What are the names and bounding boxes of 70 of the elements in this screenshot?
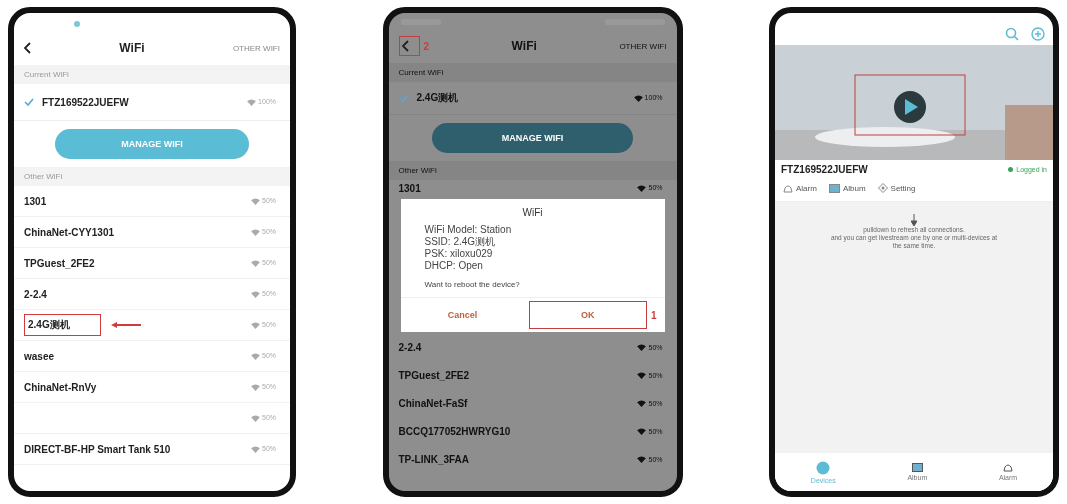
step-number: 2	[423, 40, 430, 52]
wifi-name: 2.4G测机	[24, 314, 101, 336]
wifi-name: TPGuest_2FE2	[24, 257, 95, 269]
wifi-signal-icon	[251, 445, 260, 453]
manage-wifi-button[interactable]: MANAGE WIFI	[431, 123, 634, 153]
wifi-signal-icon	[637, 400, 647, 408]
section-label: Other WiFi	[14, 167, 290, 186]
other-wifi-link[interactable]: OTHER WIFI	[232, 43, 280, 53]
wifi-signal-icon	[251, 259, 260, 267]
screen-title: WiFi	[511, 39, 537, 53]
section-label: Current WiFi	[388, 63, 677, 82]
wifi-signal-icon	[633, 94, 643, 102]
wifi-name: ChinaNet-RnVy	[24, 381, 97, 393]
down-arrow-icon	[911, 214, 917, 226]
step-number: 1	[650, 309, 657, 321]
back-icon	[24, 42, 31, 54]
wifi-signal-icon	[637, 184, 647, 192]
wifi-signal-icon	[251, 290, 260, 298]
device-action[interactable]: Alarm	[783, 183, 817, 193]
arrow-icon	[110, 322, 141, 328]
dialog-text: DHCP: Open	[423, 260, 484, 272]
section-label: Other WiFi	[388, 161, 677, 180]
bell-icon	[1003, 463, 1014, 472]
wifi-name: FTZ169522JUEFW	[42, 96, 129, 108]
wifi-name: BCCQ177052HWRYG10	[398, 426, 511, 437]
wifi-name: ChinaNet-FaSf	[398, 398, 468, 409]
wifi-name: TPGuest_2FE2	[398, 370, 470, 381]
wifi-name: DIRECT-BF-HP Smart Tank 510	[24, 443, 171, 455]
wifi-signal-icon	[251, 228, 260, 236]
wifi-signal-icon	[251, 197, 260, 205]
dialog-text: PSK: xiloxu029	[423, 248, 494, 260]
wifi-signal-icon	[637, 456, 647, 464]
dialog-text: SSID: 2.4G测机	[423, 236, 497, 248]
dialog-button[interactable]: OK	[528, 301, 647, 329]
wifi-name: 2-2.4	[398, 342, 422, 353]
wifi-signal-icon	[251, 414, 260, 422]
bell-icon	[783, 183, 793, 193]
wifi-signal-icon	[251, 352, 260, 360]
wifi-signal-icon	[251, 383, 260, 391]
wifi-signal-icon	[637, 372, 647, 380]
settings-icon	[877, 183, 888, 193]
action-label: Alarm	[796, 183, 817, 193]
other-wifi-link[interactable]: OTHER WIFI	[619, 41, 667, 51]
picture-icon	[828, 183, 840, 193]
wifi-signal-icon	[247, 98, 257, 106]
device-name: FTZ169522JUEFW	[781, 164, 868, 175]
wifi-signal-icon	[251, 321, 260, 329]
wifi-name: TP-LINK_3FAA	[398, 454, 470, 465]
back-icon	[401, 40, 409, 52]
action-label: Setting	[890, 183, 916, 193]
device-action[interactable]: Setting	[877, 183, 916, 193]
camera-preview-drawing[interactable]	[775, 45, 1053, 160]
action-label: Album	[842, 183, 866, 193]
back-button[interactable]	[398, 36, 420, 56]
wifi-name: 2.4G测机	[416, 91, 459, 105]
wifi-name: ChinaNet-CYY1301	[24, 226, 115, 238]
device-action[interactable]: Album	[828, 183, 866, 193]
wifi-name: wasee	[24, 350, 55, 362]
section-label: Current WiFi	[14, 65, 290, 84]
dialog-text: WiFi Model: Station	[423, 224, 513, 236]
dialog-question: Want to reboot the device?	[423, 279, 521, 291]
wifi-name: 1301	[398, 182, 421, 194]
wifi-name: 2-2.4	[24, 288, 47, 300]
dialog-title: WiFi	[521, 206, 544, 220]
status-dot	[74, 21, 80, 27]
wifi-name: 1301	[24, 195, 47, 207]
wifi-signal-icon	[637, 344, 647, 352]
picture-icon	[911, 463, 923, 472]
screen-title: WiFi	[119, 41, 145, 55]
wifi-signal-icon	[637, 428, 647, 436]
